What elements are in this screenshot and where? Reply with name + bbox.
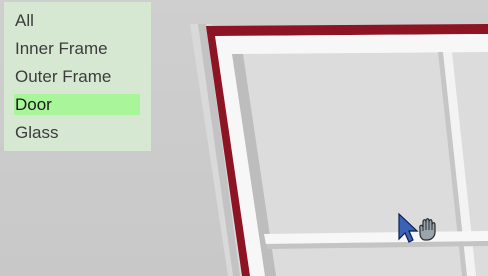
menu-item-outer-frame[interactable]: Outer Frame — [14, 66, 111, 87]
door-edge-top[interactable] — [206, 24, 488, 36]
inner-frame-top[interactable] — [215, 34, 488, 54]
menu-item-all[interactable]: All — [14, 10, 34, 31]
move-pointer-icon — [398, 212, 436, 243]
menu-item-glass[interactable]: Glass — [14, 122, 58, 143]
menu-item-door[interactable]: Door — [14, 94, 140, 115]
menu-item-inner-frame[interactable]: Inner Frame — [14, 38, 108, 59]
3d-viewport[interactable]: All Inner Frame Outer Frame Door Glass — [0, 0, 488, 276]
selection-menu: All Inner Frame Outer Frame Door Glass — [4, 2, 151, 151]
